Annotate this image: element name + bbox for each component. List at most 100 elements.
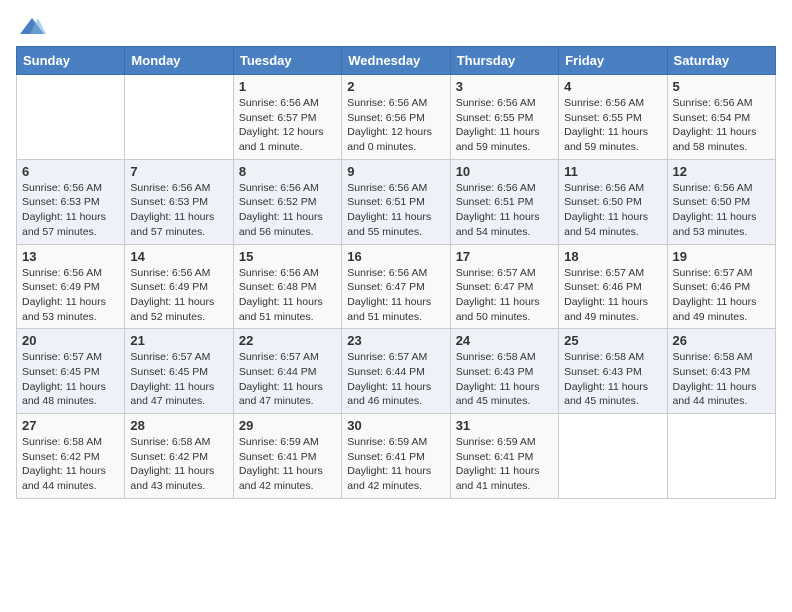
day-info: Sunrise: 6:56 AM Sunset: 6:55 PM Dayligh… [456, 96, 553, 155]
weekday-header-tuesday: Tuesday [233, 47, 341, 75]
calendar-cell: 31Sunrise: 6:59 AM Sunset: 6:41 PM Dayli… [450, 414, 558, 499]
calendar-cell: 12 Sunrise: 6:56 AM Sunset: 6:50 PM Dayli… [667, 159, 775, 244]
calendar-cell: 22 Sunrise: 6:57 AM Sunset: 6:44 PM Dayli… [233, 329, 341, 414]
day-info: Sunrise: 6:56 AM Sunset: 6:50 PM Dayligh… [673, 181, 770, 240]
calendar-cell: 21 Sunrise: 6:57 AM Sunset: 6:45 PM Dayli… [125, 329, 233, 414]
day-number: 21 [130, 333, 227, 348]
day-info: Sunrise: 6:56 AM Sunset: 6:47 PM Dayligh… [347, 266, 444, 325]
day-number: 20 [22, 333, 119, 348]
day-info: Sunrise: 6:56 AM Sunset: 6:56 PM Dayligh… [347, 96, 444, 155]
day-number: 23 [347, 333, 444, 348]
day-info: Sunrise: 6:56 AM Sunset: 6:54 PM Dayligh… [673, 96, 770, 155]
calendar-cell: 29 Sunrise: 6:59 AM Sunset: 6:41 PM Dayli… [233, 414, 341, 499]
day-number: 6 [22, 164, 119, 179]
calendar-cell [667, 414, 775, 499]
calendar-cell: 23 Sunrise: 6:57 AM Sunset: 6:44 PM Dayli… [342, 329, 450, 414]
day-number: 22 [239, 333, 336, 348]
calendar-cell: 14 Sunrise: 6:56 AM Sunset: 6:49 PM Dayli… [125, 244, 233, 329]
week-row-5: 27Sunrise: 6:58 AM Sunset: 6:42 PM Dayli… [17, 414, 776, 499]
day-number: 11 [564, 164, 661, 179]
calendar-cell: 6 Sunrise: 6:56 AM Sunset: 6:53 PM Daylig… [17, 159, 125, 244]
day-info: Sunrise: 6:56 AM Sunset: 6:48 PM Dayligh… [239, 266, 336, 325]
week-row-3: 13 Sunrise: 6:56 AM Sunset: 6:49 PM Dayli… [17, 244, 776, 329]
calendar-cell: 26 Sunrise: 6:58 AM Sunset: 6:43 PM Dayli… [667, 329, 775, 414]
day-info: Sunrise: 6:58 AM Sunset: 6:43 PM Dayligh… [673, 350, 770, 409]
week-row-2: 6 Sunrise: 6:56 AM Sunset: 6:53 PM Daylig… [17, 159, 776, 244]
day-info: Sunrise: 6:56 AM Sunset: 6:50 PM Dayligh… [564, 181, 661, 240]
day-info: Sunrise: 6:59 AM Sunset: 6:41 PM Dayligh… [347, 435, 444, 494]
calendar-cell: 20 Sunrise: 6:57 AM Sunset: 6:45 PM Dayli… [17, 329, 125, 414]
day-info: Sunrise: 6:57 AM Sunset: 6:45 PM Dayligh… [22, 350, 119, 409]
day-info: Sunrise: 6:56 AM Sunset: 6:49 PM Dayligh… [22, 266, 119, 325]
calendar-cell: 4 Sunrise: 6:56 AM Sunset: 6:55 PM Daylig… [559, 75, 667, 160]
day-number: 28 [130, 418, 227, 433]
calendar-cell: 2 Sunrise: 6:56 AM Sunset: 6:56 PM Daylig… [342, 75, 450, 160]
calendar-cell: 11 Sunrise: 6:56 AM Sunset: 6:50 PM Dayli… [559, 159, 667, 244]
day-info: Sunrise: 6:59 AM Sunset: 6:41 PM Dayligh… [239, 435, 336, 494]
day-info: Sunrise: 6:56 AM Sunset: 6:52 PM Dayligh… [239, 181, 336, 240]
calendar-cell: 1 Sunrise: 6:56 AM Sunset: 6:57 PM Daylig… [233, 75, 341, 160]
calendar-cell: 10 Sunrise: 6:56 AM Sunset: 6:51 PM Dayli… [450, 159, 558, 244]
calendar-cell: 13 Sunrise: 6:56 AM Sunset: 6:49 PM Dayli… [17, 244, 125, 329]
day-number: 1 [239, 79, 336, 94]
day-number: 19 [673, 249, 770, 264]
day-number: 18 [564, 249, 661, 264]
day-info: Sunrise: 6:56 AM Sunset: 6:51 PM Dayligh… [456, 181, 553, 240]
day-number: 14 [130, 249, 227, 264]
day-info: Sunrise: 6:56 AM Sunset: 6:49 PM Dayligh… [130, 266, 227, 325]
day-info: Sunrise: 6:56 AM Sunset: 6:53 PM Dayligh… [22, 181, 119, 240]
day-number: 30 [347, 418, 444, 433]
calendar-cell [125, 75, 233, 160]
calendar-cell: 15 Sunrise: 6:56 AM Sunset: 6:48 PM Dayli… [233, 244, 341, 329]
day-number: 16 [347, 249, 444, 264]
calendar-cell: 25Sunrise: 6:58 AM Sunset: 6:43 PM Dayli… [559, 329, 667, 414]
calendar-cell: 17 Sunrise: 6:57 AM Sunset: 6:47 PM Dayli… [450, 244, 558, 329]
calendar-cell: 16 Sunrise: 6:56 AM Sunset: 6:47 PM Dayli… [342, 244, 450, 329]
day-info: Sunrise: 6:57 AM Sunset: 6:47 PM Dayligh… [456, 266, 553, 325]
calendar-cell: 7Sunrise: 6:56 AM Sunset: 6:53 PM Daylig… [125, 159, 233, 244]
day-info: Sunrise: 6:59 AM Sunset: 6:41 PM Dayligh… [456, 435, 553, 494]
calendar-cell [559, 414, 667, 499]
day-number: 8 [239, 164, 336, 179]
calendar-cell: 8 Sunrise: 6:56 AM Sunset: 6:52 PM Daylig… [233, 159, 341, 244]
weekday-header-friday: Friday [559, 47, 667, 75]
weekday-header-row: SundayMondayTuesdayWednesdayThursdayFrid… [17, 47, 776, 75]
calendar-cell: 3 Sunrise: 6:56 AM Sunset: 6:55 PM Daylig… [450, 75, 558, 160]
day-number: 27 [22, 418, 119, 433]
day-number: 25 [564, 333, 661, 348]
week-row-1: 1 Sunrise: 6:56 AM Sunset: 6:57 PM Daylig… [17, 75, 776, 160]
day-number: 29 [239, 418, 336, 433]
day-info: Sunrise: 6:56 AM Sunset: 6:55 PM Dayligh… [564, 96, 661, 155]
day-number: 3 [456, 79, 553, 94]
weekday-header-sunday: Sunday [17, 47, 125, 75]
day-info: Sunrise: 6:57 AM Sunset: 6:45 PM Dayligh… [130, 350, 227, 409]
day-number: 13 [22, 249, 119, 264]
day-number: 5 [673, 79, 770, 94]
calendar-cell: 27Sunrise: 6:58 AM Sunset: 6:42 PM Dayli… [17, 414, 125, 499]
logo [16, 16, 46, 36]
day-info: Sunrise: 6:57 AM Sunset: 6:44 PM Dayligh… [347, 350, 444, 409]
page-header [16, 16, 776, 36]
logo-icon [18, 16, 46, 36]
day-info: Sunrise: 6:56 AM Sunset: 6:51 PM Dayligh… [347, 181, 444, 240]
day-info: Sunrise: 6:56 AM Sunset: 6:57 PM Dayligh… [239, 96, 336, 155]
day-number: 17 [456, 249, 553, 264]
day-number: 10 [456, 164, 553, 179]
day-number: 2 [347, 79, 444, 94]
calendar-cell: 30 Sunrise: 6:59 AM Sunset: 6:41 PM Dayli… [342, 414, 450, 499]
weekday-header-saturday: Saturday [667, 47, 775, 75]
weekday-header-wednesday: Wednesday [342, 47, 450, 75]
calendar-cell: 19Sunrise: 6:57 AM Sunset: 6:46 PM Dayli… [667, 244, 775, 329]
calendar-cell: 5 Sunrise: 6:56 AM Sunset: 6:54 PM Daylig… [667, 75, 775, 160]
day-info: Sunrise: 6:57 AM Sunset: 6:44 PM Dayligh… [239, 350, 336, 409]
day-number: 24 [456, 333, 553, 348]
day-info: Sunrise: 6:56 AM Sunset: 6:53 PM Dayligh… [130, 181, 227, 240]
calendar-table: SundayMondayTuesdayWednesdayThursdayFrid… [16, 46, 776, 499]
calendar-cell [17, 75, 125, 160]
calendar-cell: 24Sunrise: 6:58 AM Sunset: 6:43 PM Dayli… [450, 329, 558, 414]
week-row-4: 20 Sunrise: 6:57 AM Sunset: 6:45 PM Dayli… [17, 329, 776, 414]
day-number: 15 [239, 249, 336, 264]
day-number: 4 [564, 79, 661, 94]
day-number: 26 [673, 333, 770, 348]
day-number: 12 [673, 164, 770, 179]
